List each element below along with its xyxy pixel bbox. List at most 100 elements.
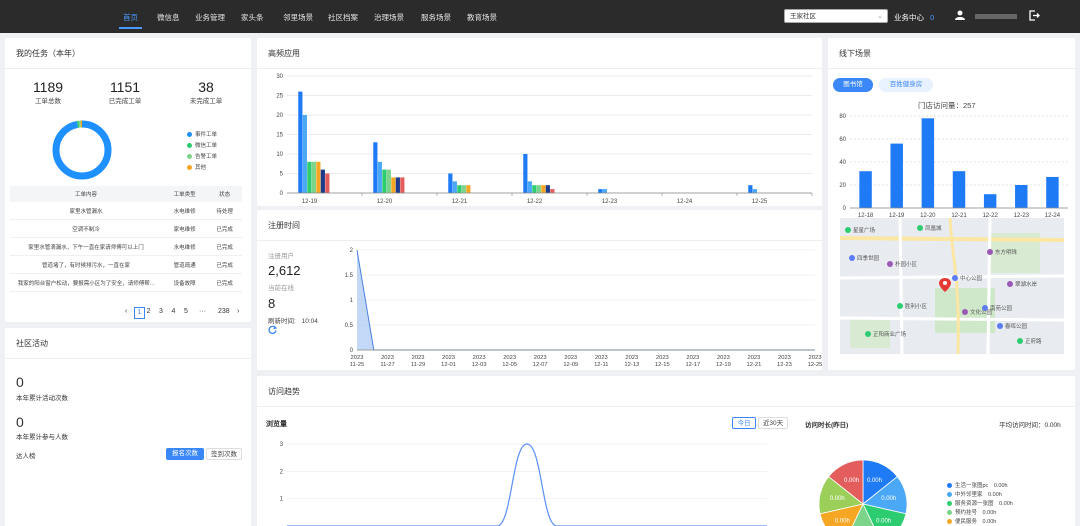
bar[interactable]	[550, 189, 555, 193]
x-tick-label: 12-25	[752, 199, 768, 205]
nav-item-0[interactable]: 首页	[119, 0, 142, 33]
table-row[interactable]: 管道堵了，有时候排污水，一直在家 管道疏通 已完成	[10, 255, 242, 274]
pagination-page-1[interactable]: 1	[134, 307, 145, 319]
logout-icon[interactable]	[1029, 10, 1040, 21]
table-row[interactable]: 家里水管漏水 水电维修 待处理	[10, 202, 242, 220]
map-poi-icon[interactable]	[897, 303, 903, 309]
register-area-chart: 00.511.52202311-25202311-27202311-292023…	[345, 248, 822, 368]
bar[interactable]	[523, 154, 528, 193]
bar[interactable]	[311, 161, 316, 193]
bar[interactable]	[602, 189, 607, 193]
bar[interactable]	[536, 185, 541, 193]
bar[interactable]	[382, 169, 387, 193]
map-poi-icon[interactable]	[962, 309, 968, 315]
pagination-page-3[interactable]: 3	[159, 307, 163, 317]
map-poi-icon[interactable]	[865, 331, 871, 337]
map-poi-icon[interactable]	[952, 275, 958, 281]
stat-done-value: 1151	[109, 79, 141, 95]
bar[interactable]	[461, 185, 466, 193]
refresh-icon[interactable]	[268, 325, 277, 334]
table-row[interactable]: 家里水管滴漏水，下午一直在家请师傅可以上门 水电维修 已完成	[10, 237, 242, 256]
bar[interactable]	[983, 194, 997, 208]
bar[interactable]	[448, 173, 453, 194]
bar[interactable]	[541, 185, 546, 193]
tab-fitness-room[interactable]: 百姓健身房	[879, 78, 933, 92]
bar[interactable]	[545, 185, 550, 193]
pie-slice-label: 0.00h	[830, 496, 845, 502]
nav-item-4[interactable]: 邻里场景	[283, 0, 313, 33]
refresh-time: 10:04	[301, 318, 318, 325]
tab-library[interactable]: 图书馆	[833, 78, 873, 92]
map-poi-icon[interactable]	[997, 323, 1003, 329]
map-poi-icon[interactable]	[845, 227, 851, 233]
table-cell: 空调不制冷	[10, 219, 162, 238]
nav-item-1[interactable]: 微信息	[157, 0, 180, 33]
bar[interactable]	[890, 143, 903, 208]
bar[interactable]	[452, 181, 457, 193]
map-poi-icon[interactable]	[987, 249, 993, 255]
bar[interactable]	[598, 189, 603, 193]
bar[interactable]	[748, 185, 753, 193]
nav-item-8[interactable]: 教育场景	[467, 0, 497, 33]
bar[interactable]	[302, 115, 307, 193]
legend-item: 生活一张图pc 0.00h	[947, 481, 1008, 489]
tab-checkin-count[interactable]: 签到次数	[206, 448, 242, 460]
nav-item-6[interactable]: 治理场景	[374, 0, 404, 33]
pagination-next[interactable]: ›	[237, 307, 239, 317]
pagination-prev[interactable]: ‹	[125, 307, 127, 317]
legend-item: 便民服务 0.00h	[947, 517, 996, 525]
pagination-page-5[interactable]: 5	[184, 307, 188, 317]
pagination-ellipsis[interactable]: ···	[199, 307, 206, 317]
bar[interactable]	[466, 185, 471, 193]
bar[interactable]	[952, 171, 966, 208]
bar[interactable]	[921, 118, 935, 208]
map-poi-icon[interactable]	[917, 225, 923, 231]
bar[interactable]	[532, 185, 537, 193]
pagination-page-4[interactable]: 4	[172, 307, 176, 317]
table-header: 工单类型	[162, 186, 208, 202]
pie-slice-label: 0.00h	[876, 518, 891, 524]
bar[interactable]	[391, 177, 396, 193]
bar[interactable]	[316, 161, 321, 193]
bar[interactable]	[325, 173, 330, 194]
map-poi-icon[interactable]	[849, 255, 855, 261]
tab-last-30-days[interactable]: 近30天	[758, 417, 788, 429]
tab-today[interactable]: 今日	[732, 417, 756, 429]
business-center-label: 业务中心	[894, 13, 924, 22]
pagination-last[interactable]: 238	[218, 307, 230, 317]
pagination-page-2[interactable]: 2	[147, 307, 151, 317]
nav-item-3[interactable]: 家头条	[241, 0, 264, 33]
table-row[interactable]: 空调不制冷 家电维修 已完成	[10, 219, 242, 238]
stat-total-value: 1189	[32, 79, 64, 95]
map-poi-icon[interactable]	[1017, 338, 1023, 344]
community-map[interactable]: 星星广场四季世园朴园小区 凤凰城中心公园 东方明珠正阳商业广场 春晖公园 翠湖水岸胜利小…	[840, 218, 1064, 354]
bar[interactable]	[298, 91, 303, 193]
nav-item-2[interactable]: 业务管理	[195, 0, 225, 33]
bar[interactable]	[1015, 185, 1028, 208]
business-center-link[interactable]: 业务中心 0	[894, 0, 934, 33]
bar[interactable]	[400, 177, 405, 193]
bar[interactable]	[457, 185, 462, 193]
map-poi-icon[interactable]	[887, 261, 893, 267]
y-tick-label: 20	[276, 113, 283, 119]
bar[interactable]	[307, 161, 312, 193]
donut-segment	[52, 120, 112, 180]
bar[interactable]	[752, 189, 757, 193]
nav-item-7[interactable]: 服务场景	[421, 0, 451, 33]
bar[interactable]	[373, 142, 378, 193]
tab-signup-count[interactable]: 报名次数	[166, 448, 204, 460]
legend-dot	[187, 132, 192, 138]
bar[interactable]	[386, 169, 391, 193]
bar[interactable]	[395, 177, 400, 193]
bar[interactable]	[377, 161, 382, 193]
bar[interactable]	[320, 169, 325, 193]
user-icon[interactable]	[955, 10, 965, 20]
map-poi-icon[interactable]	[1007, 281, 1013, 287]
bar[interactable]	[1046, 176, 1059, 208]
table-header: 工单内容	[10, 186, 162, 202]
nav-item-5[interactable]: 社区档案	[328, 0, 358, 33]
table-row[interactable]: 我家的阳台窗户松动，要报需小区为了安全，请师傅帮... 设备故障 已完成	[10, 273, 242, 292]
region-select[interactable]: 王家社区 ⌄	[784, 9, 888, 23]
bar[interactable]	[527, 181, 532, 193]
bar[interactable]	[859, 171, 872, 208]
